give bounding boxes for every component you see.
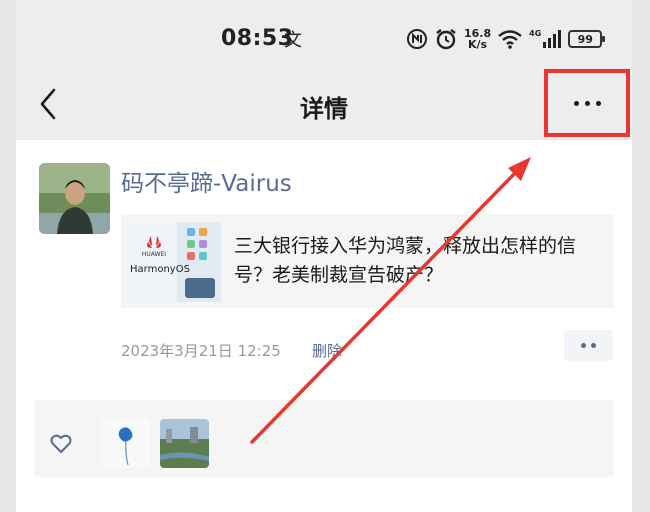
net-speed-unit: K/s <box>468 38 488 51</box>
more-options-button[interactable] <box>544 69 630 137</box>
more-dots-icon <box>573 100 579 106</box>
heart-icon <box>50 434 72 453</box>
wifi-icon <box>497 28 523 50</box>
post-detail: 码不亭蹄-Vairus HUAWEI HarmonyOS 三大银行接入华为鸿蒙，… <box>16 140 632 512</box>
screen-edge-left <box>0 0 16 512</box>
more-dot <box>584 100 590 106</box>
status-icons: 16.8 K/s 4G 99 <box>406 24 606 54</box>
liker-avatar[interactable] <box>101 419 150 468</box>
author-avatar[interactable] <box>39 163 110 234</box>
nav-bar: 详情 <box>16 69 632 138</box>
net-speed: 16.8 K/s <box>464 28 491 50</box>
network-type: 4G <box>529 29 542 38</box>
battery-level: 99 <box>577 32 593 46</box>
action-dot <box>581 343 586 348</box>
liker-avatar[interactable] <box>160 419 209 468</box>
battery-icon: 99 <box>568 30 606 48</box>
screen-edge-right <box>632 0 650 512</box>
alarm-icon <box>434 27 458 51</box>
thumb-brand: HUAWEI <box>142 251 166 258</box>
comment-like-menu-button[interactable] <box>564 330 613 361</box>
phone-screen: 08:53 文 16.8 K/s 4G 99 详情 码不亭蹄-Vairus HU… <box>16 0 632 512</box>
article-thumbnail: HUAWEI HarmonyOS <box>129 222 221 302</box>
likes-section <box>34 400 614 477</box>
status-bar: 08:53 文 16.8 K/s 4G 99 <box>16 0 632 72</box>
shared-article-card[interactable]: HUAWEI HarmonyOS 三大银行接入华为鸿蒙，释放出怎样的信号？老美制… <box>121 214 614 308</box>
action-dot <box>591 343 596 348</box>
thumb-text: HarmonyOS <box>130 264 190 275</box>
delete-button[interactable]: 删除 <box>312 340 342 361</box>
status-time: 08:53 <box>221 26 294 51</box>
author-name[interactable]: 码不亭蹄-Vairus <box>121 164 292 198</box>
signal-icon: 4G <box>529 29 562 49</box>
nfc-icon <box>406 28 428 50</box>
page-title: 详情 <box>300 95 348 123</box>
more-dot <box>595 100 601 106</box>
post-timestamp: 2023年3月21日 12:25 <box>121 342 281 360</box>
article-title: 三大银行接入华为鸿蒙，释放出怎样的信号？老美制裁宣告破产？ <box>234 235 577 286</box>
status-notification-glyph: 文 <box>284 30 302 51</box>
